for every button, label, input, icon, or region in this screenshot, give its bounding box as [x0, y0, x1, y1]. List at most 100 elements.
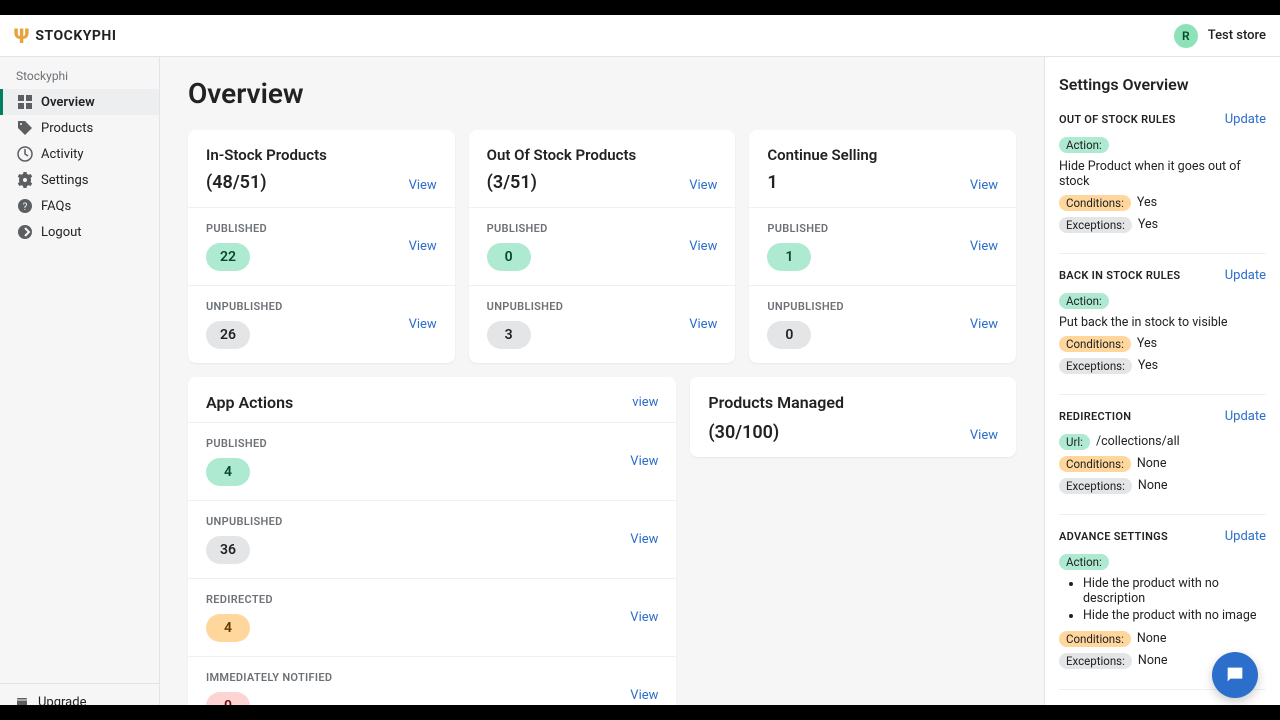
pm-value: (30/100): [708, 422, 779, 443]
oos-card: Out Of Stock Products (3/51) View PUBLIS…: [469, 130, 736, 363]
pm-title: Products Managed: [708, 393, 844, 412]
oos-value: (3/51): [487, 172, 637, 193]
sidebar-item-overview[interactable]: Overview: [0, 89, 159, 115]
app-actions-card: App Actions view PUBLISHED 4 View UNPUBL…: [188, 377, 676, 720]
rp-redir-update[interactable]: Update: [1225, 409, 1266, 424]
aa-unpublished-pill: 36: [206, 536, 250, 564]
instock-value: (48/51): [206, 172, 327, 193]
sidebar-item-faqs[interactable]: ? FAQs: [0, 193, 159, 219]
compass-icon: [17, 146, 33, 162]
rp-bis-heading: BACK IN STOCK RULES: [1059, 269, 1180, 282]
sidebar-item-label: Activity: [41, 147, 84, 162]
rp-oos-action: Hide Product when it goes out of stock: [1059, 159, 1266, 189]
instock-title: In-Stock Products: [206, 146, 327, 164]
continue-title: Continue Selling: [767, 146, 877, 164]
rp-oos-update[interactable]: Update: [1225, 112, 1266, 127]
instock-card: In-Stock Products (48/51) View PUBLISHED…: [188, 130, 455, 363]
instock-unpublished-pill: 26: [206, 321, 250, 349]
aa-published-view[interactable]: View: [630, 454, 658, 469]
conditions-tag: Conditions:: [1059, 336, 1131, 352]
instock-published-view[interactable]: View: [409, 239, 437, 254]
oos-published-view[interactable]: View: [689, 239, 717, 254]
continue-view-link[interactable]: View: [970, 178, 998, 193]
continue-unpublished-pill: 0: [767, 321, 811, 349]
exceptions-tag: Exceptions:: [1059, 653, 1132, 669]
aa-unpublished-label: UNPUBLISHED: [206, 515, 283, 528]
continue-published-label: PUBLISHED: [767, 222, 828, 235]
oos-unpublished-label: UNPUBLISHED: [487, 300, 564, 313]
logout-icon: [17, 224, 33, 240]
sidebar-item-activity[interactable]: Activity: [0, 141, 159, 167]
logo-icon: Ψ: [14, 24, 29, 48]
rp-oos-conditions: Yes: [1137, 195, 1157, 210]
oos-published-pill: 0: [487, 243, 531, 271]
rp-bis-update[interactable]: Update: [1225, 268, 1266, 283]
instock-view-link[interactable]: View: [409, 178, 437, 193]
rp-redirection: REDIRECTION Update Url:/collections/all …: [1059, 409, 1266, 515]
gear-icon: [17, 172, 33, 188]
overview-icon: [17, 94, 33, 110]
chat-button[interactable]: [1212, 652, 1258, 698]
instock-published-pill: 22: [206, 243, 250, 271]
aa-notified-label: IMMEDIATELY NOTIFIED: [206, 671, 332, 684]
rp-bis-action: Put back the in stock to visible: [1059, 315, 1228, 330]
rp-adv-heading: ADVANCE SETTINGS: [1059, 530, 1168, 543]
aa-unpublished-view[interactable]: View: [630, 532, 658, 547]
sidebar-item-settings[interactable]: Settings: [0, 167, 159, 193]
exceptions-tag: Exceptions:: [1059, 217, 1132, 233]
chat-icon: [1224, 664, 1246, 686]
instock-unpublished-view[interactable]: View: [409, 317, 437, 332]
header-bar: Ψ STOCKYPHI R Test store: [0, 15, 1280, 57]
main-content: Overview In-Stock Products (48/51) View …: [160, 57, 1044, 720]
store-switcher[interactable]: R Test store: [1174, 24, 1266, 48]
instock-unpublished-label: UNPUBLISHED: [206, 300, 283, 313]
conditions-tag: Conditions:: [1059, 631, 1131, 647]
products-managed-card: Products Managed (30/100) View: [690, 377, 1016, 457]
aa-notified-view[interactable]: View: [630, 688, 658, 703]
tag-icon: [17, 120, 33, 136]
avatar: R: [1174, 24, 1198, 48]
sidebar-item-logout[interactable]: Logout: [0, 219, 159, 245]
continue-unpublished-label: UNPUBLISHED: [767, 300, 844, 313]
page-title: Overview: [188, 77, 1016, 110]
action-tag: Action:: [1059, 293, 1109, 309]
oos-title: Out Of Stock Products: [487, 146, 637, 164]
rp-redir-heading: REDIRECTION: [1059, 410, 1131, 423]
url-tag: Url:: [1059, 434, 1090, 450]
app-actions-title: App Actions: [206, 393, 293, 412]
store-name: Test store: [1208, 28, 1266, 43]
oos-unpublished-view[interactable]: View: [689, 317, 717, 332]
question-icon: ?: [17, 198, 33, 214]
action-tag: Action:: [1059, 137, 1109, 153]
rp-adv-exceptions: None: [1138, 653, 1168, 668]
rp-oos-rules: OUT OF STOCK RULES Update Action: Hide Pr…: [1059, 112, 1266, 254]
continue-value: 1: [767, 172, 877, 193]
rp-redir-url: /collections/all: [1096, 434, 1180, 449]
aa-published-label: PUBLISHED: [206, 437, 267, 450]
oos-unpublished-pill: 3: [487, 321, 531, 349]
rp-oos-heading: OUT OF STOCK RULES: [1059, 113, 1176, 126]
pm-view[interactable]: View: [970, 428, 998, 443]
rp-bis-rules: BACK IN STOCK RULES Update Action: Put ba…: [1059, 268, 1266, 395]
oos-published-label: PUBLISHED: [487, 222, 548, 235]
oos-view-link[interactable]: View: [689, 178, 717, 193]
sidebar-title: Stockyphi: [0, 57, 159, 89]
sidebar-item-label: Overview: [41, 95, 95, 110]
rp-bis-exceptions: Yes: [1138, 358, 1158, 373]
aa-published-pill: 4: [206, 458, 250, 486]
rp-title: Settings Overview: [1059, 75, 1266, 94]
rp-adv-update[interactable]: Update: [1225, 529, 1266, 544]
continue-unpublished-view[interactable]: View: [970, 317, 998, 332]
aa-redirected-view[interactable]: View: [630, 610, 658, 625]
rp-adv-list: Hide the product with no description Hid…: [1059, 576, 1266, 623]
aa-redirected-label: REDIRECTED: [206, 593, 273, 606]
sidebar: Stockyphi Overview Products Activity Set…: [0, 57, 160, 720]
continue-published-view[interactable]: View: [970, 239, 998, 254]
sidebar-item-products[interactable]: Products: [0, 115, 159, 141]
sidebar-item-label: Logout: [41, 225, 82, 240]
app-actions-view[interactable]: view: [632, 395, 658, 410]
conditions-tag: Conditions:: [1059, 456, 1131, 472]
brand-logo[interactable]: Ψ STOCKYPHI: [14, 24, 116, 48]
rp-oos-exceptions: Yes: [1138, 217, 1158, 232]
rp-adv-conditions: None: [1137, 631, 1167, 646]
